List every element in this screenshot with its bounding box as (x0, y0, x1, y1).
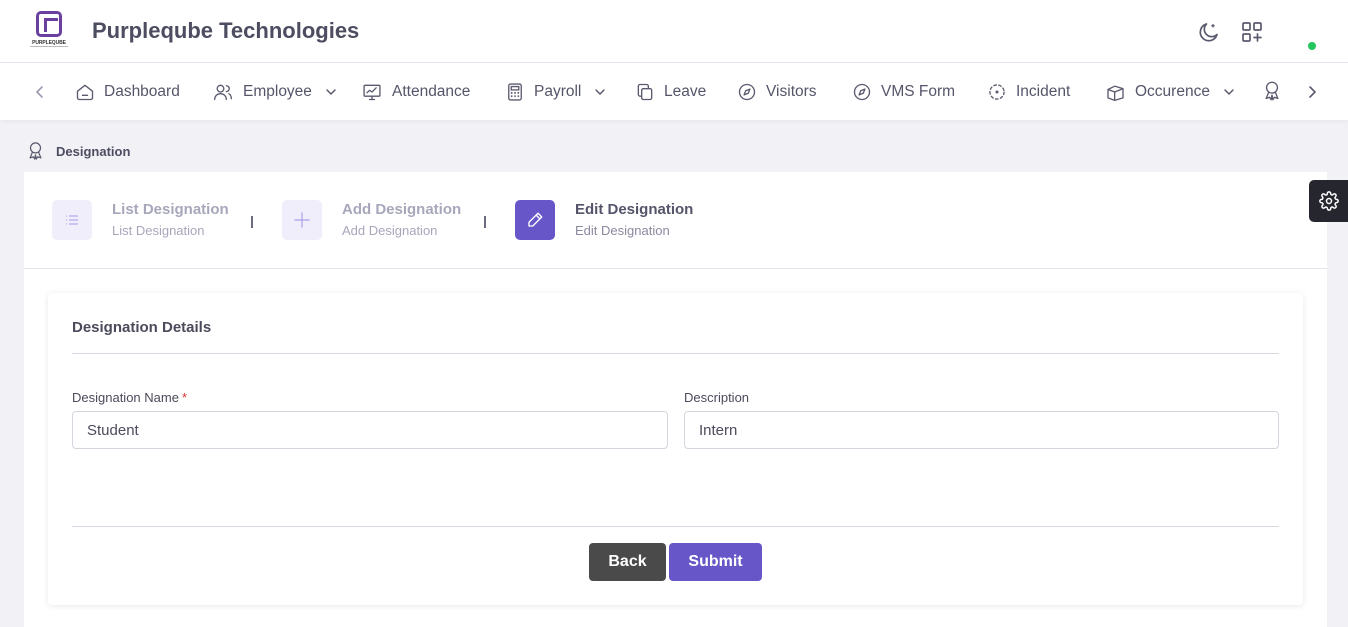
users-icon (214, 84, 232, 100)
nav-item-dashboard[interactable]: Dashboard (75, 63, 180, 120)
section-title: Designation Details (72, 319, 212, 336)
tab-list-designation[interactable]: List Designation List Designation (52, 200, 229, 240)
calculator-icon (508, 82, 522, 101)
chevron-down-icon (595, 88, 606, 95)
breadcrumb-label: Designation (56, 143, 131, 159)
nav-label: Attendance (392, 82, 471, 100)
monitor-chart-icon (363, 84, 381, 100)
required-mark: * (181, 390, 188, 405)
step-subtitle: List Designation (112, 223, 205, 238)
nav-label: Leave (664, 82, 707, 100)
settings-panel-toggle[interactable] (1309, 180, 1348, 222)
copy-icon (637, 83, 653, 100)
designation-name-label: Designation Name * (72, 390, 188, 405)
nav-item-employee[interactable]: Employee (212, 63, 337, 120)
award-icon[interactable] (1262, 80, 1282, 101)
nav-label: Employee (243, 82, 312, 100)
nav-item-occurence[interactable]: Occurence (1105, 63, 1235, 120)
tab-add-designation[interactable]: Add Designation Add Designation (282, 200, 461, 240)
nav-item-leave[interactable]: Leave (635, 63, 706, 120)
step-title: List Designation (112, 201, 229, 218)
back-button[interactable]: Back (589, 543, 666, 581)
moon-icon[interactable] (1197, 20, 1221, 44)
description-input[interactable] (684, 411, 1279, 449)
plus-icon (282, 200, 322, 240)
main-card: List Designation List Designation Add De… (24, 172, 1327, 627)
nav-scroll-right-icon[interactable] (1302, 82, 1322, 102)
nav-label: VMS Form (881, 82, 956, 100)
compass-icon (853, 83, 871, 100)
chevron-down-icon (1224, 88, 1234, 95)
pencil-icon (515, 200, 555, 240)
nav-label: Visitors (766, 82, 817, 100)
compass-icon (738, 83, 756, 100)
step-separator (251, 216, 253, 228)
nav-item-payroll[interactable]: Payroll (505, 63, 606, 120)
nav-item-visitors[interactable]: Visitors (737, 63, 817, 120)
brand-name: Purpleqube Technologies (92, 18, 360, 43)
apps-add-icon[interactable] (1240, 20, 1264, 44)
step-tabs: List Designation List Designation Add De… (24, 172, 1327, 269)
nav-scroll-left-icon[interactable] (30, 82, 50, 102)
nav-item-vms-form[interactable]: VMS Form (852, 63, 955, 120)
divider (72, 526, 1279, 527)
submit-button[interactable]: Submit (669, 543, 762, 581)
tab-edit-designation[interactable]: Edit Designation Edit Designation (515, 200, 693, 240)
boxes-icon (1107, 85, 1124, 101)
chevron-down-icon (326, 88, 336, 95)
nav-label: Payroll (534, 82, 582, 100)
nav-label: Dashboard (104, 82, 180, 100)
designation-details-card: Designation Details Designation Name* De… (48, 293, 1303, 605)
home-icon (76, 84, 94, 100)
step-title: Edit Designation (575, 201, 694, 218)
step-title: Add Designation (342, 201, 462, 218)
divider (72, 353, 1279, 354)
main-nav: Dashboard Employee Attendance Payroll Le… (0, 63, 1348, 120)
description-label: Description (684, 390, 750, 405)
step-subtitle: Add Designation (342, 223, 438, 238)
nav-label: Occurence (1135, 82, 1210, 100)
step-separator (484, 216, 486, 228)
gear-icon (1318, 191, 1339, 211)
online-status-dot (1308, 42, 1316, 50)
list-icon (52, 200, 92, 240)
focus-icon (989, 83, 1005, 100)
breadcrumb: Designation (26, 141, 130, 161)
company-logo[interactable]: PURPLEQUBE (30, 11, 68, 51)
award-icon (29, 142, 42, 160)
top-header: PURPLEQUBE Purpleqube Technologies (0, 0, 1348, 63)
nav-item-attendance[interactable]: Attendance (361, 63, 470, 120)
designation-name-input[interactable] (72, 411, 668, 449)
logo-mark (36, 11, 62, 37)
step-subtitle: Edit Designation (575, 223, 670, 238)
nav-label: Incident (1016, 82, 1071, 100)
nav-item-incident[interactable]: Incident (987, 63, 1070, 120)
